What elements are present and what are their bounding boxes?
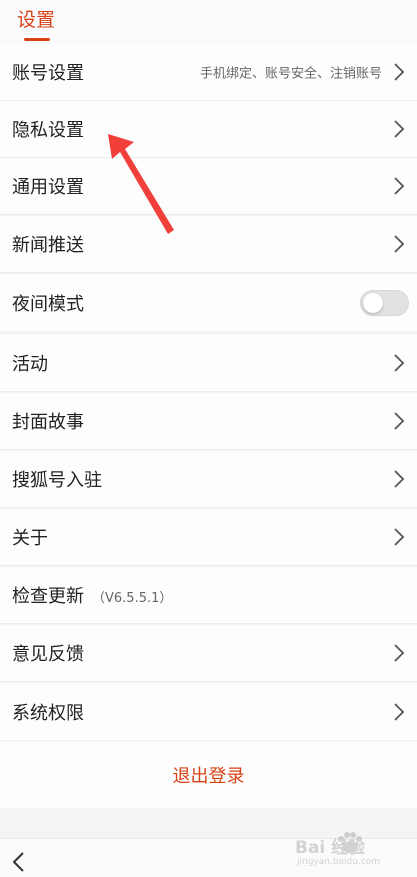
settings-item-label: 关于	[12, 528, 48, 549]
settings-item-label: 活动	[12, 354, 48, 375]
version-number: （V6.5.5.1）	[92, 591, 173, 606]
chevron-right-icon	[394, 177, 405, 195]
settings-item-privacy[interactable]: 隐私设置	[0, 101, 417, 158]
chevron-right-icon	[394, 702, 405, 721]
baidu-jingyan-watermark: Bai 经验 jingyan.baidu.com	[289, 829, 407, 873]
settings-item-check-update[interactable]: 检查更新 （V6.5.5.1）	[0, 567, 417, 624]
settings-item-label: 系统权限	[12, 702, 84, 724]
settings-item-label: 夜间模式	[12, 293, 84, 315]
settings-item-label: 通用设置	[12, 177, 84, 198]
settings-item-label: 隐私设置	[12, 120, 84, 141]
top-tab-bar: 设置	[0, 0, 417, 44]
logout-button[interactable]: 退出登录	[0, 742, 417, 808]
night-mode-toggle[interactable]	[360, 289, 409, 316]
settings-item-label: 意见反馈	[12, 644, 84, 665]
chevron-left-icon[interactable]	[11, 851, 25, 873]
settings-item-about[interactable]: 关于	[0, 509, 417, 566]
chevron-right-icon	[394, 63, 405, 81]
chevron-right-icon	[394, 354, 405, 372]
settings-item-activity[interactable]: 活动	[0, 335, 417, 392]
settings-item-account[interactable]: 账号设置 手机绑定、账号安全、注销账号	[0, 44, 417, 101]
settings-item-cover-story[interactable]: 封面故事	[0, 393, 417, 450]
settings-item-label: 封面故事	[12, 412, 84, 433]
tab-active-indicator	[24, 38, 50, 41]
chevron-right-icon	[394, 470, 405, 488]
settings-item-label: 新闻推送	[12, 235, 84, 256]
logout-label: 退出登录	[172, 766, 245, 787]
settings-item-label: 检查更新 （V6.5.5.1）	[12, 582, 172, 608]
settings-item-label: 搜狐号入驻	[12, 470, 102, 491]
settings-item-system-permissions[interactable]: 系统权限	[0, 683, 417, 740]
settings-item-sohu-account[interactable]: 搜狐号入驻	[0, 451, 417, 508]
settings-item-feedback[interactable]: 意见反馈	[0, 625, 417, 682]
chevron-right-icon	[394, 412, 405, 430]
chevron-right-icon	[394, 644, 405, 662]
annotation-arrow-icon	[108, 134, 174, 234]
toggle-knob	[363, 292, 383, 313]
settings-item-news-push[interactable]: 新闻推送	[0, 216, 417, 273]
tab-settings[interactable]: 设置	[17, 8, 55, 32]
chevron-right-icon	[394, 528, 405, 546]
watermark-text: Bai 经验	[295, 838, 366, 858]
chevron-right-icon	[394, 235, 405, 253]
settings-item-label-text: 检查更新	[12, 586, 84, 607]
watermark-url: jingyan.baidu.com	[297, 857, 381, 867]
settings-item-general[interactable]: 通用设置	[0, 158, 417, 215]
settings-item-night-mode: 夜间模式	[0, 274, 417, 331]
chevron-right-icon	[394, 120, 405, 138]
settings-item-subtitle: 手机绑定、账号安全、注销账号	[199, 66, 382, 82]
settings-item-label: 账号设置	[12, 63, 84, 84]
